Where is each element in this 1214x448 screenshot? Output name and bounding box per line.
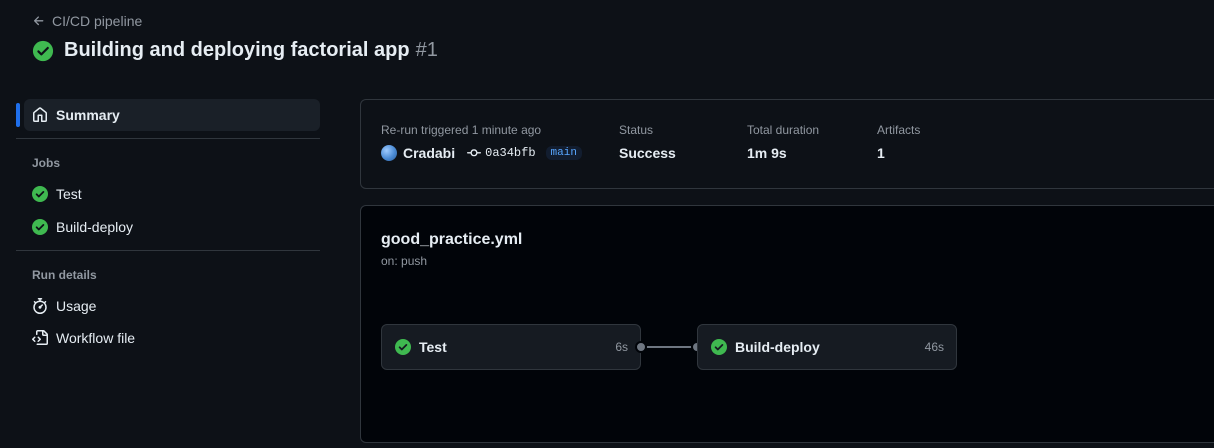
sidebar-item-summary-label: Summary (56, 107, 120, 123)
sidebar-item-test-label: Test (56, 186, 82, 202)
sidebar-item-build-deploy[interactable]: Build-deploy (16, 211, 320, 243)
job-node-duration: 46s (924, 340, 944, 354)
commit-sha: 0a34bfb (485, 146, 536, 160)
job-node-duration: 6s (615, 340, 628, 354)
avatar[interactable] (381, 145, 397, 161)
trigger-label: Re-run triggered 1 minute ago (381, 123, 542, 137)
check-circle-fill-icon (32, 219, 48, 235)
workflow-trigger: on: push (381, 254, 428, 268)
jobs-heading: Jobs (32, 156, 61, 170)
artifacts-label: Artifacts (877, 123, 921, 137)
trigger-column: Re-run triggered 1 minute ago Cradabi 0a… (381, 123, 582, 161)
duration-label: Total duration (747, 123, 820, 137)
sidebar-item-usage[interactable]: Usage (16, 290, 320, 322)
home-icon (33, 107, 47, 122)
check-circle-fill-icon (711, 339, 727, 355)
sidebar-item-usage-label: Usage (56, 298, 97, 314)
sidebar-item-workflow-file[interactable]: Workflow file (16, 322, 320, 354)
job-node-name: Test (419, 339, 447, 355)
branch-badge[interactable]: main (545, 146, 582, 160)
divider (16, 250, 320, 251)
job-node-build-deploy[interactable]: Build-deploy 46s (697, 324, 957, 370)
workflow-graph-card: good_practice.yml on: push Test 6s Build… (360, 205, 1214, 443)
artifacts-value[interactable]: 1 (877, 145, 920, 161)
status-column: Status Success (619, 123, 676, 161)
check-circle-fill-icon (395, 339, 411, 355)
git-commit-icon (467, 149, 482, 157)
status-value: Success (619, 145, 676, 161)
page-title: Building and deploying factorial app #1 (64, 39, 438, 62)
divider (16, 138, 320, 139)
stopwatch-icon (33, 298, 47, 314)
run-summary-card: Re-run triggered 1 minute ago Cradabi 0a… (360, 99, 1214, 189)
sidebar: Summary Jobs Test Build-deploy Run detai… (16, 99, 320, 354)
back-link[interactable]: CI/CD pipeline (32, 13, 142, 29)
commit-link[interactable]: 0a34bfb (467, 146, 536, 160)
file-code-icon (32, 330, 48, 345)
run-details-heading: Run details (32, 268, 97, 282)
page-title-text: Building and deploying factorial app (64, 39, 410, 61)
workflow-file-name: good_practice.yml (381, 231, 523, 248)
check-circle-fill-icon (32, 186, 48, 202)
trigger-details: Cradabi 0a34bfb main (381, 145, 582, 161)
job-node-test[interactable]: Test 6s (381, 324, 641, 370)
job-connector (635, 341, 703, 353)
status-label: Status (619, 123, 654, 137)
page-title-row: Building and deploying factorial app #1 (32, 39, 438, 62)
run-number: #1 (415, 39, 438, 61)
artifacts-column: Artifacts 1 (877, 123, 920, 161)
arrow-left-icon (33, 16, 44, 26)
duration-column: Total duration 1m 9s (747, 123, 819, 161)
sidebar-item-summary[interactable]: Summary (16, 99, 320, 131)
check-circle-fill-icon (32, 40, 54, 61)
sidebar-item-workflow-file-label: Workflow file (56, 330, 136, 346)
sidebar-item-build-deploy-label: Build-deploy (56, 219, 134, 235)
duration-value: 1m 9s (747, 145, 787, 161)
back-link-label: CI/CD pipeline (52, 13, 143, 29)
sidebar-item-test[interactable]: Test (16, 178, 320, 210)
job-node-name: Build-deploy (735, 339, 820, 355)
user-link[interactable]: Cradabi (403, 145, 455, 161)
